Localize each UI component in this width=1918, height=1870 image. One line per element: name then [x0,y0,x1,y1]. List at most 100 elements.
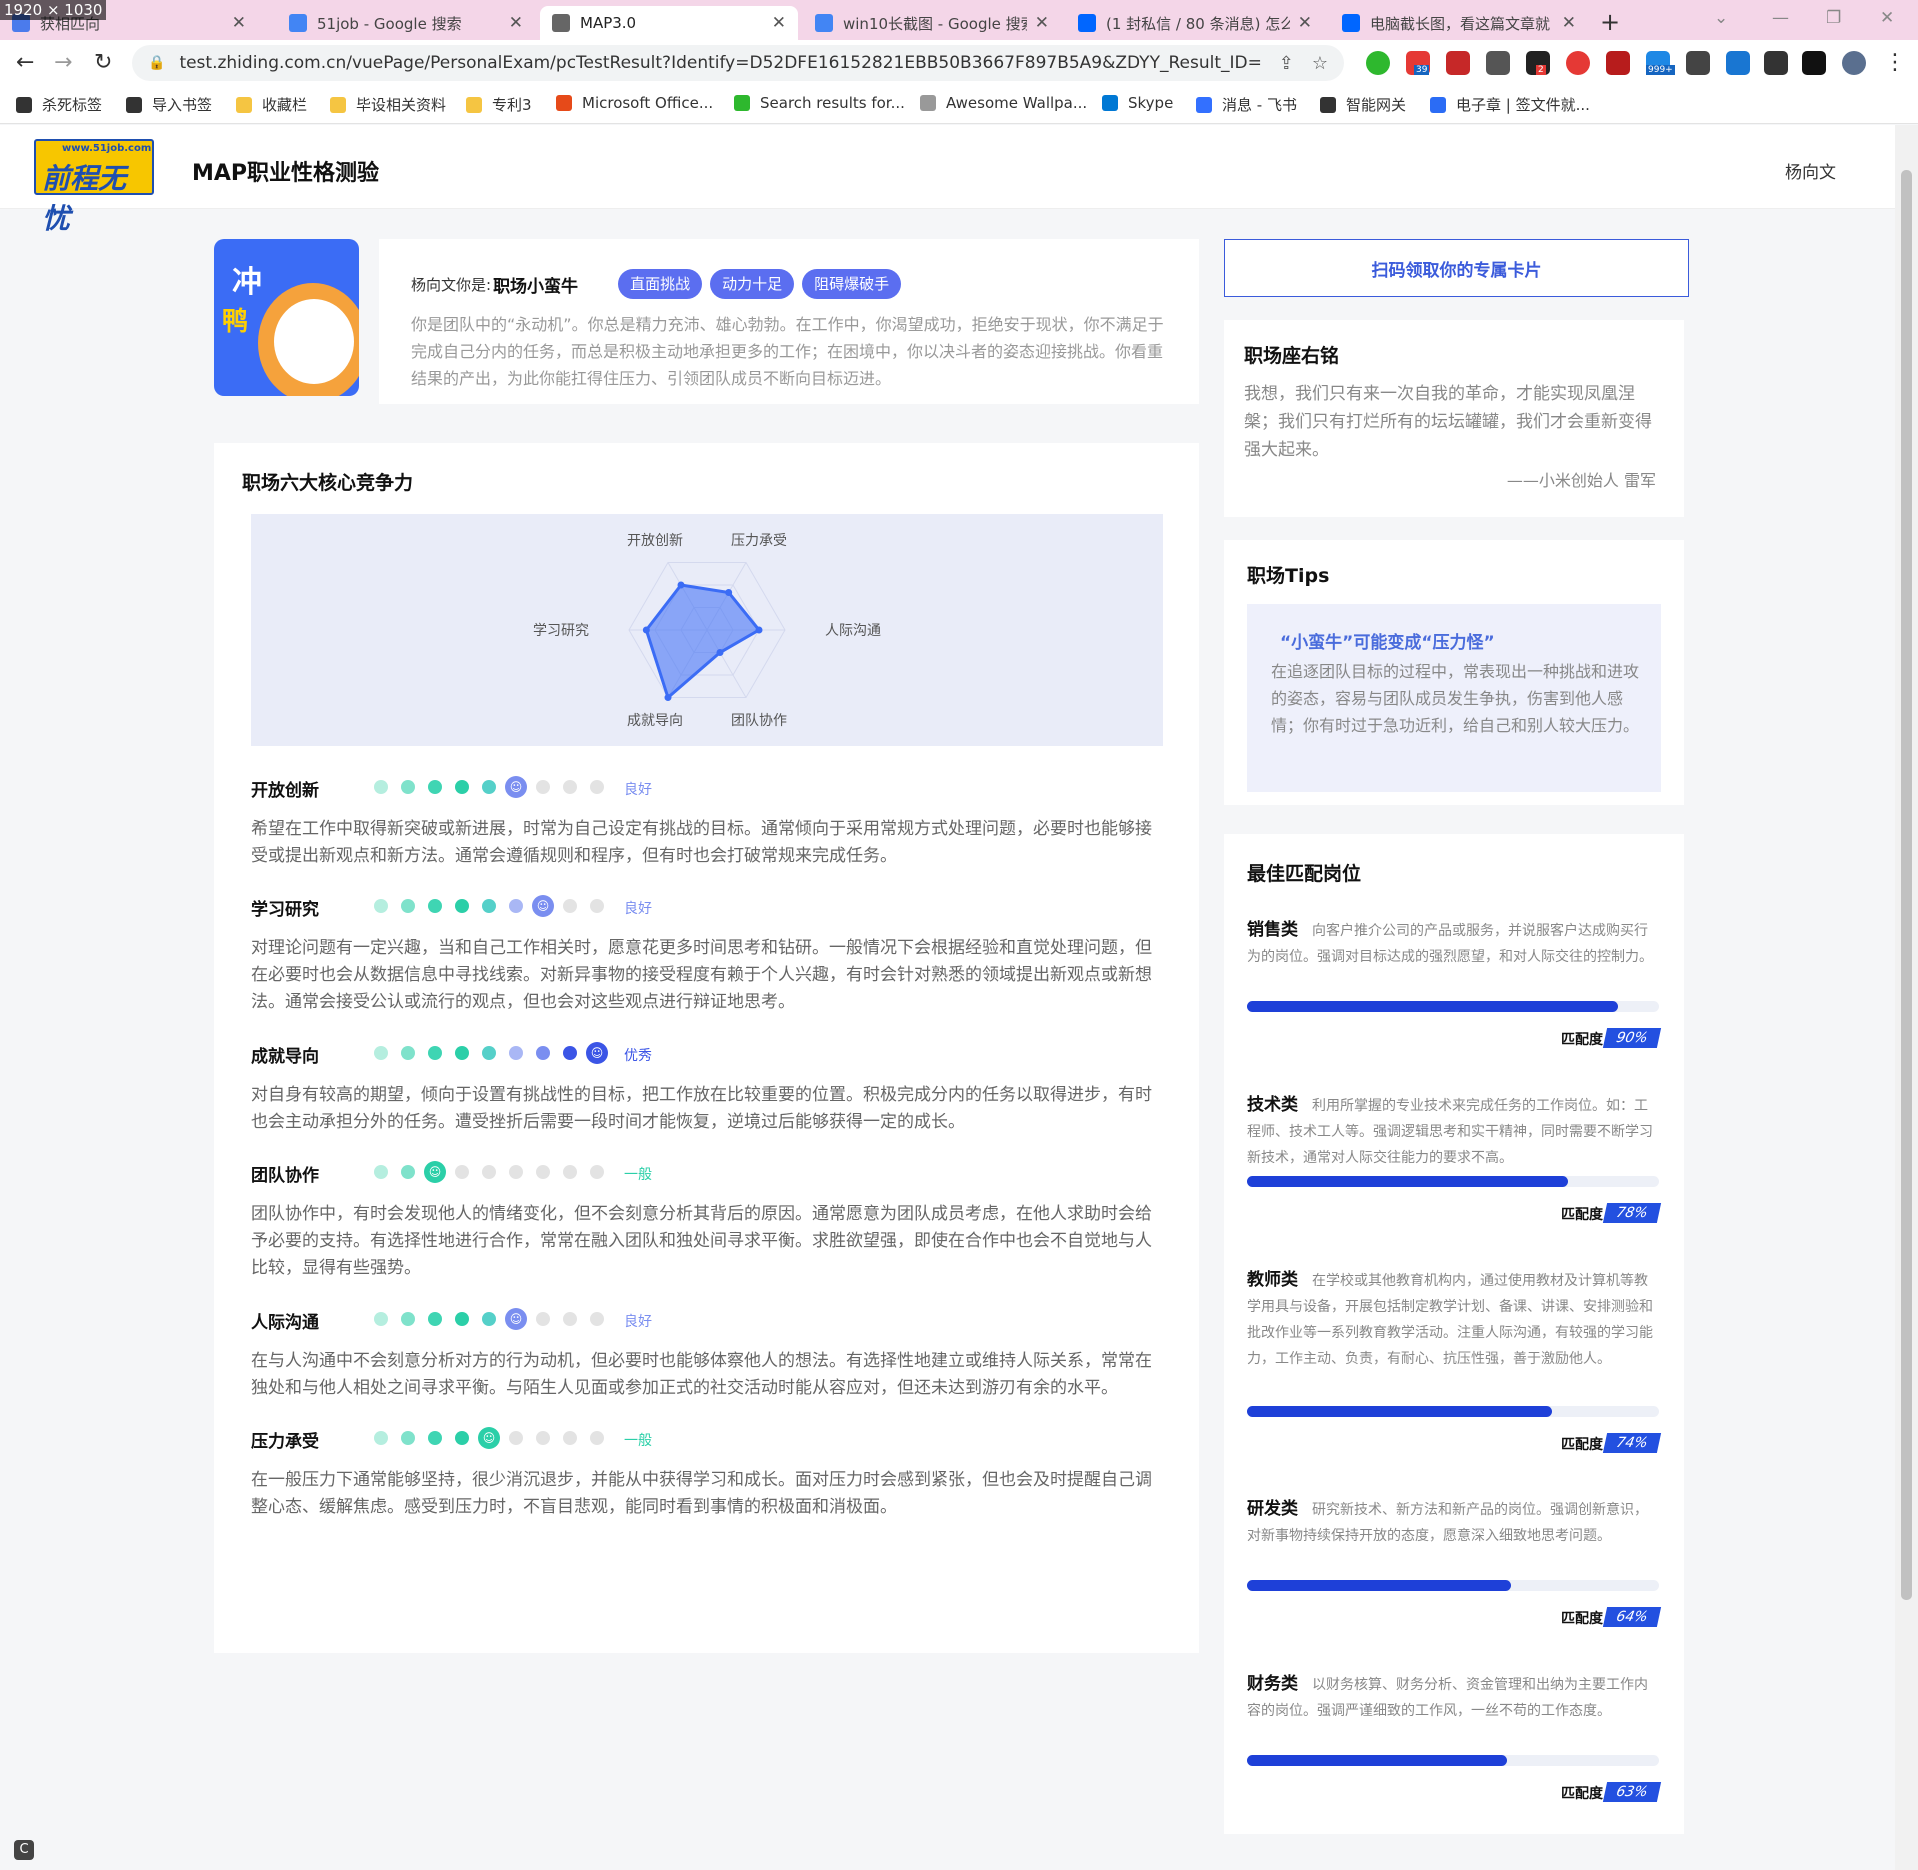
scrollbar-thumb[interactable] [1901,170,1912,1600]
share-icon[interactable]: ⇪ [1279,53,1294,74]
menu-icon[interactable]: ⋮ [1884,50,1906,75]
match-label: 匹配度 [1561,1611,1603,1627]
bookmark-icon [330,96,346,113]
bookmark-item[interactable]: 电子章 | 签文件就... [1430,94,1590,115]
tips-box: “小蛮牛”可能变成“压力怪” 在追逐团队目标的过程中，常表现出一种挑战和进攻的姿… [1247,604,1661,792]
back-icon[interactable]: ← [16,50,34,75]
competency-level: 一般 [624,1167,652,1183]
tab-close-icon[interactable]: ✕ [1035,13,1049,33]
qr-card-button[interactable]: 扫码领取你的专属卡片 [1224,239,1689,297]
score-dot [374,1046,388,1060]
job-name: 教师类 [1247,1270,1298,1290]
tab-close-icon[interactable]: ✕ [772,13,786,33]
extension-icon[interactable] [1446,51,1470,75]
extension-icon[interactable]: 999+ [1646,51,1675,75]
forward-icon[interactable]: → [54,50,72,75]
score-dot [374,780,388,794]
bookmark-icon [556,95,572,111]
bookmark-icon [920,95,936,111]
restore-icon[interactable]: ❐ [1826,8,1841,28]
jobs-title: 最佳匹配岗位 [1247,863,1362,885]
browser-tab[interactable]: (1 封私信 / 80 条消息) 怎么 ✕ [1066,6,1324,40]
extensions-puzzle-icon[interactable] [1764,51,1788,75]
extension-icon[interactable]: 2 [1526,51,1550,75]
bookmark-icon [1102,95,1118,111]
bookmark-star-icon[interactable]: ☆ [1312,53,1328,74]
score-dot [482,1165,496,1179]
new-tab-button[interactable]: + [1600,8,1620,36]
tab-favicon-icon [815,14,833,32]
extension-icon[interactable]: 39 [1406,51,1430,75]
extension-icon[interactable] [1726,51,1750,75]
tab-close-icon[interactable]: ✕ [1562,13,1576,33]
bookmark-item[interactable]: Awesome Wallpa... [920,94,1087,112]
competency-level: 良好 [624,782,652,798]
browser-tab[interactable]: 51job - Google 搜索 ✕ [277,6,535,40]
minimize-icon[interactable]: — [1772,8,1789,28]
bookmark-icon [734,95,750,111]
bookmark-label: 消息 - 飞书 [1222,96,1297,114]
extension-icon[interactable] [1366,51,1390,75]
bookmark-item[interactable]: 消息 - 飞书 [1196,94,1297,115]
job-name: 财务类 [1247,1674,1298,1694]
job-name: 技术类 [1247,1095,1298,1115]
browser-tab[interactable]: 电脑截长图，看这篇文章就 ✕ [1330,6,1588,40]
extension-icon[interactable] [1606,51,1630,75]
bookmark-item[interactable]: Search results for... [734,94,905,112]
score-dot [482,1312,496,1326]
bookmark-item[interactable]: 杀死标签 [16,94,102,115]
bookmark-icon [126,96,142,113]
score-dot [563,899,577,913]
bookmark-item[interactable]: 导入书签 [126,94,212,115]
job-description: 利用所掌握的专业技术来完成任务的工作岗位。如：工程师、技术工人等。强调逻辑思考和… [1247,1098,1653,1166]
bull-face [274,299,354,384]
address-bar[interactable]: 🔒 test.zhiding.com.cn/vuePage/PersonalEx… [132,45,1344,81]
extension-icon[interactable] [1686,51,1710,75]
bookmark-item[interactable]: Skype [1102,94,1173,112]
extension-icon[interactable] [1566,51,1590,75]
bookmark-item[interactable]: 专利3 [466,94,532,115]
match-progress-fill [1247,1001,1618,1012]
matching-jobs-card: 最佳匹配岗位 销售类 向客户推介公司的产品或服务，并说服客户达成购买行为的岗位。强… [1224,834,1684,1834]
match-value-badge: 74% [1602,1433,1662,1453]
job-match-item: 财务类 以财务核算、财务分析、资金管理和出纳为主要工作内容的岗位。强调严谨细致的工… [1247,1671,1662,1802]
close-window-icon[interactable]: ✕ [1880,8,1894,28]
sidepanel-icon[interactable] [1802,51,1826,75]
radar-axis-label: 人际沟通 [825,623,881,639]
personality-avatar: 冲 鸭 [214,239,359,396]
tab-search-icon[interactable]: ⌄ [1714,8,1728,28]
profile-avatar[interactable] [1842,51,1866,75]
page-scrollbar[interactable] [1895,125,1918,1870]
tab-favicon-icon [552,14,570,32]
reload-icon[interactable]: ↻ [94,50,112,75]
match-progress-bar [1247,1580,1659,1591]
bookmark-item[interactable]: 智能网关 [1320,94,1406,115]
site-header: www.51job.com 前程无忧 MAP职业性格测验 杨向文 [0,125,1895,235]
score-dot [536,1165,550,1179]
tab-close-icon[interactable]: ✕ [232,13,246,33]
score-face-icon: ☺ [505,776,527,798]
match-progress-fill [1247,1176,1569,1187]
job-name: 销售类 [1247,920,1298,940]
bookmark-item[interactable]: 毕设相关资料 [330,94,446,115]
competency-item: 压力承受 ☺ 一般 在一般压力下通常能够坚持，很少消沉退步，并能从中获得学习和成长。面… [251,1427,1163,1567]
tab-close-icon[interactable]: ✕ [509,13,523,33]
trait-tag: 阻碍爆破手 [802,269,902,299]
user-name[interactable]: 杨向文 [1785,158,1836,183]
bookmark-item[interactable]: Microsoft Office... [556,94,713,112]
tab-title: 电脑截长图，看这篇文章就 [1370,14,1551,33]
browser-tab[interactable]: win10长截图 - Google 搜索 ✕ [803,6,1061,40]
job-match-item: 技术类 利用所掌握的专业技术来完成任务的工作岗位。如：工程师、技术工人等。强调逻辑… [1247,1092,1662,1223]
capture-tool-icon[interactable]: C [14,1840,34,1860]
match-value-badge: 78% [1602,1203,1662,1223]
tab-close-icon[interactable]: ✕ [1298,13,1312,33]
competency-level: 优秀 [624,1048,652,1064]
match-label: 匹配度 [1561,1786,1603,1802]
match-label: 匹配度 [1561,1032,1603,1048]
browser-tab[interactable]: MAP3.0 ✕ [540,6,798,40]
bookmark-item[interactable]: 收藏栏 [236,94,307,115]
score-dot [455,780,469,794]
match-progress-bar [1247,1001,1659,1012]
extension-icon[interactable] [1486,51,1510,75]
site-logo[interactable]: www.51job.com 前程无忧 [34,139,154,235]
